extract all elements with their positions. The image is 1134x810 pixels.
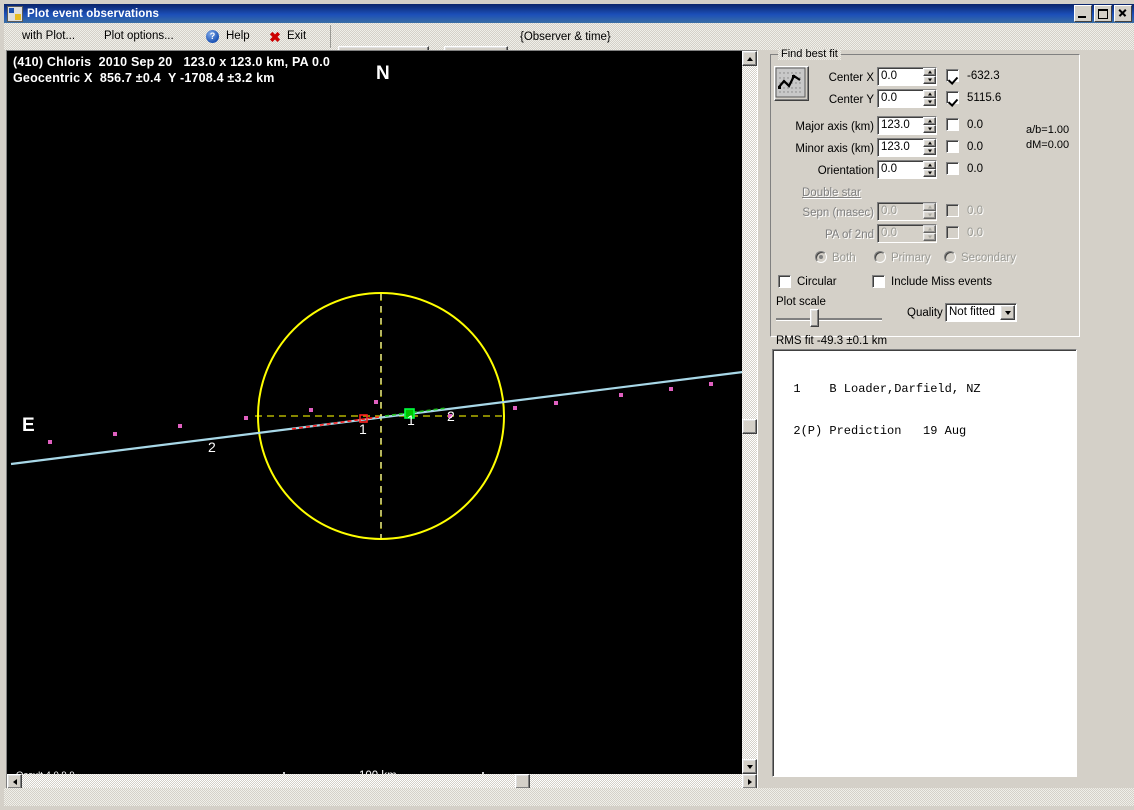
chevron-down-icon[interactable] — [1000, 305, 1015, 320]
radio-both-label: Both — [832, 252, 856, 264]
quality-value: Not fitted — [949, 306, 996, 318]
major-axis-label: Major axis (km) — [795, 121, 874, 133]
toolbar: with Plot... Plot options... ? Help ✖ Ex… — [4, 23, 1134, 72]
maximize-button[interactable] — [1094, 5, 1112, 22]
window-title: Plot event observations — [27, 7, 160, 20]
observations-list[interactable]: 1 B Loader,Darfield, NZ 2(P) Prediction … — [772, 349, 1077, 777]
menu-help[interactable]: Help — [222, 28, 254, 45]
plot-event-observations-window: Plot event observations with Plot... Plo… — [0, 0, 1134, 810]
circular-checkbox[interactable] — [778, 275, 791, 288]
title-bar: Plot event observations — [4, 4, 1134, 23]
help-icon[interactable]: ? — [206, 30, 219, 43]
toolbar-divider — [330, 25, 331, 48]
pa-of-2nd-label: PA of 2nd — [824, 229, 874, 241]
chord-label-left-1: 1 — [359, 421, 367, 437]
orientation-checkbox[interactable] — [946, 162, 959, 175]
separation-result: 0.0 — [967, 205, 983, 217]
status-bar — [4, 788, 1134, 806]
plot-header-line2: Geocentric X 856.7 ±0.4 Y -1708.4 ±3.2 k… — [13, 71, 275, 85]
app-icon — [7, 5, 23, 22]
plot-scroll-down-button[interactable] — [742, 759, 757, 774]
plot-panel: (410) Chloris 2010 Sep 20 123.0 x 123.0 … — [6, 50, 758, 790]
menu-with-plot[interactable]: with Plot... — [18, 28, 79, 45]
chord-label-right-1: 1 — [407, 412, 415, 428]
include-miss-events-label[interactable]: Include Miss events — [891, 276, 992, 288]
pa-of-2nd-spinner — [923, 225, 936, 242]
fit-panel: Find best fit Center X 0.0 -632.3 Center… — [764, 48, 1132, 790]
radio-primary-label: Primary — [891, 252, 931, 264]
major-axis-result: 0.0 — [967, 119, 983, 131]
observer-time-label[interactable]: {Observer & time} — [516, 29, 615, 46]
list-item[interactable]: 2(P) Prediction 19 Aug — [779, 424, 1076, 438]
north-label: N — [376, 63, 390, 84]
orientation-result: 0.0 — [967, 163, 983, 175]
center-y-spinner[interactable] — [923, 90, 936, 107]
pa-of-2nd-result: 0.0 — [967, 227, 983, 239]
occultation-plot[interactable] — [7, 51, 743, 774]
close-button[interactable] — [1114, 5, 1132, 22]
center-y-checkbox[interactable] — [946, 91, 959, 104]
separation-spinner — [923, 203, 936, 220]
orientation-spinner[interactable] — [923, 161, 936, 178]
center-y-label: Center Y — [828, 94, 874, 106]
include-miss-events-checkbox[interactable] — [872, 275, 885, 288]
close-icon[interactable]: ✖ — [269, 30, 281, 44]
separation-checkbox — [946, 204, 959, 217]
east-label: E — [22, 415, 35, 436]
major-axis-spinner[interactable] — [923, 117, 936, 134]
major-axis-checkbox[interactable] — [946, 118, 959, 131]
plot-scroll-right-button[interactable] — [742, 774, 757, 789]
quality-label: Quality — [907, 307, 943, 319]
chord-label-right-2: 2 — [447, 408, 455, 424]
list-item[interactable]: 1 B Loader,Darfield, NZ — [779, 382, 1076, 396]
center-x-spinner[interactable] — [923, 68, 936, 85]
minor-axis-checkbox[interactable] — [946, 140, 959, 153]
radio-both — [815, 251, 827, 263]
plot-vscroll-thumb[interactable] — [742, 419, 757, 434]
axis-ratio-label: a/b=1.00 — [1026, 124, 1070, 136]
center-y-result: 5115.6 — [967, 92, 1002, 104]
plot-hscroll-track[interactable] — [7, 774, 757, 789]
double-star-title: Double star — [802, 187, 861, 199]
minimize-button[interactable] — [1074, 5, 1092, 22]
magnitude-drop-label: dM=0.00 — [1026, 139, 1070, 151]
plot-vertical-scrollbar[interactable] — [742, 51, 757, 774]
rms-fit-label: RMS fit -49.3 ±0.1 km — [776, 335, 888, 347]
menu-exit[interactable]: Exit — [283, 28, 310, 45]
center-x-checkbox[interactable] — [946, 69, 959, 82]
minor-axis-spinner[interactable] — [923, 139, 936, 156]
plot-scroll-left-button[interactable] — [7, 774, 22, 789]
plot-scale-track[interactable] — [776, 318, 882, 320]
separation-label: Sepn (masec) — [802, 207, 874, 219]
center-x-result: -632.3 — [967, 70, 1000, 82]
circular-label[interactable]: Circular — [797, 276, 837, 288]
plot-vscroll-track[interactable] — [742, 51, 757, 774]
chord-label-left-2: 2 — [208, 439, 216, 455]
radio-primary — [874, 251, 886, 263]
pa-of-2nd-checkbox — [946, 226, 959, 239]
minor-axis-label: Minor axis (km) — [795, 143, 874, 155]
radio-secondary-label: Secondary — [961, 252, 1016, 264]
orientation-label: Orientation — [817, 165, 874, 177]
find-best-fit-title: Find best fit — [778, 48, 841, 60]
plot-scroll-up-button[interactable] — [742, 51, 757, 66]
menu-plot-options[interactable]: Plot options... — [100, 28, 178, 45]
plot-scale-thumb[interactable] — [810, 309, 819, 327]
minor-axis-result: 0.0 — [967, 141, 983, 153]
plot-hscroll-thumb[interactable] — [515, 774, 530, 789]
plot-scale-label: Plot scale — [776, 296, 826, 308]
plot-header-line1: (410) Chloris 2010 Sep 20 123.0 x 123.0 … — [13, 55, 331, 69]
radio-secondary — [944, 251, 956, 263]
plot-horizontal-scrollbar[interactable] — [7, 774, 757, 789]
center-x-label: Center X — [828, 72, 874, 84]
quality-select[interactable]: Not fitted — [945, 303, 1017, 322]
